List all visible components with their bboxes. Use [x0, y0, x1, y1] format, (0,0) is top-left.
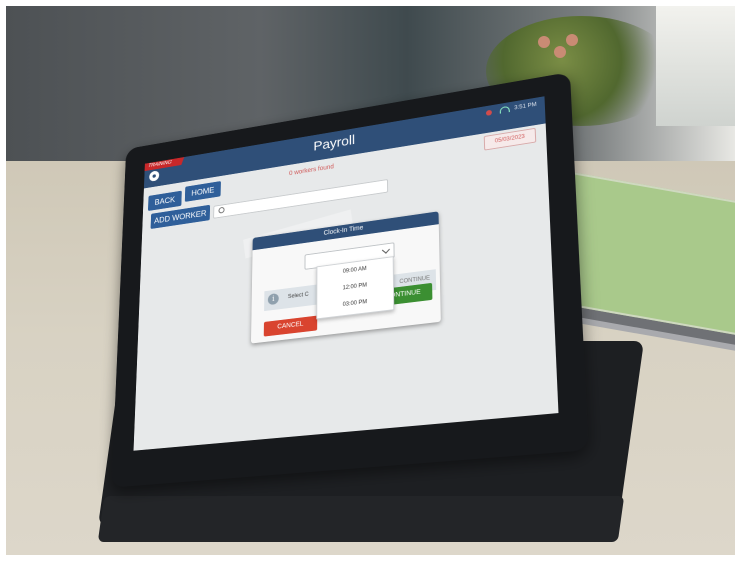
cancel-button[interactable]: CANCEL: [263, 315, 318, 337]
time-dropdown: 09:00 AM 12:00 PM 03:00 PM: [316, 256, 395, 320]
chevron-down-icon: [381, 245, 390, 254]
alert-icon: [486, 109, 493, 116]
workers-found-text: 0 workers found: [288, 163, 334, 177]
flower: [554, 46, 566, 58]
flower: [566, 34, 578, 46]
tablet-stand-lip: [97, 496, 625, 542]
flower: [538, 36, 550, 48]
home-button[interactable]: HOME: [184, 181, 221, 202]
photo: TRAINING Payroll 3:51 PM BACK HOME ADD W…: [6, 6, 735, 555]
tablet-screen: TRAINING Payroll 3:51 PM BACK HOME ADD W…: [133, 96, 559, 451]
window-light: [656, 6, 735, 126]
search-input[interactable]: [213, 179, 389, 219]
search-icon: [218, 206, 225, 214]
info-icon: i: [267, 293, 279, 306]
info-text: Select C: [287, 291, 309, 301]
back-button[interactable]: BACK: [147, 190, 182, 211]
